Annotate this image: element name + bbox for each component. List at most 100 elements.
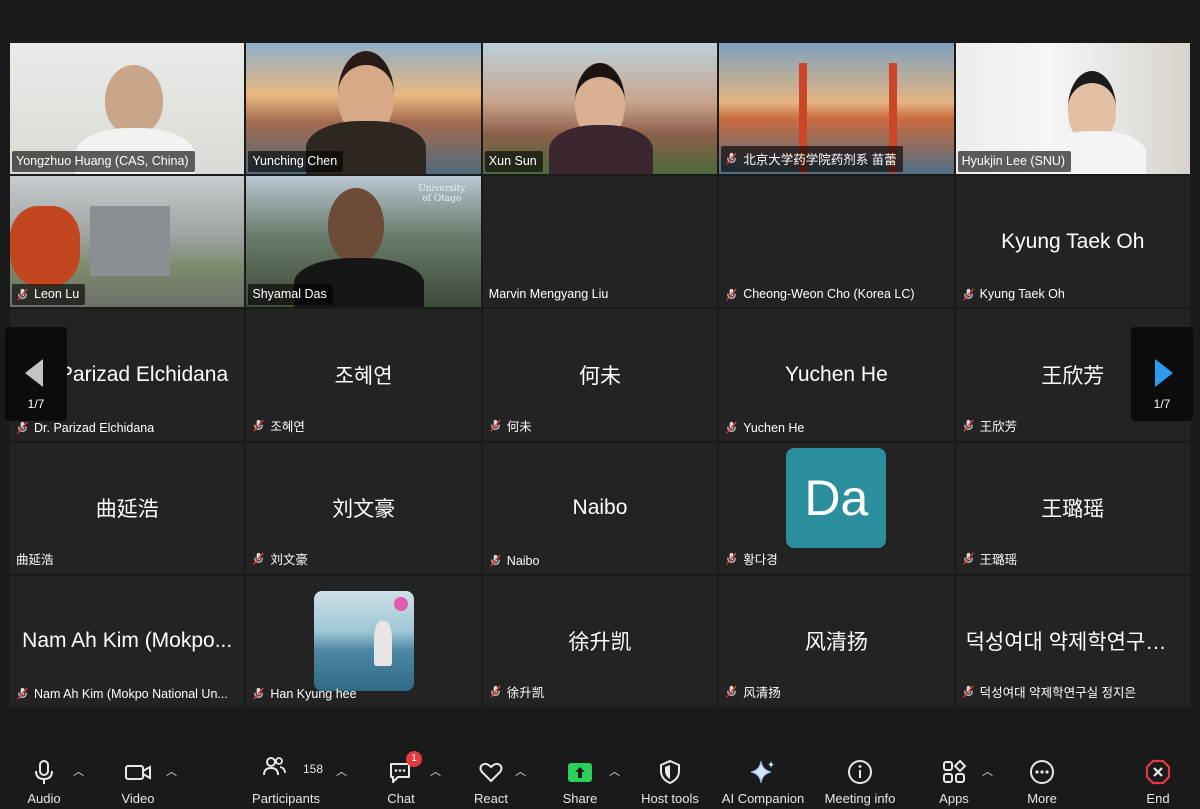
meeting-info-button[interactable]: Meeting info — [819, 759, 901, 806]
video-tile[interactable]: Nam Ah Kim (Mokpo... Nam Ah Kim (Mokpo N… — [10, 575, 245, 707]
video-camera-icon — [125, 765, 151, 780]
participant-name-tag: Han Kyung hee — [248, 684, 362, 705]
participant-name-tag: 덕성여대 약제학연구실 정지은 — [958, 679, 1142, 705]
mic-muted-icon — [726, 685, 737, 698]
participant-big-name: Naibo — [572, 496, 628, 520]
mic-muted-icon — [490, 685, 501, 698]
profile-photo-avatar — [313, 591, 414, 692]
participant-name-tag: 王欣芳 — [958, 413, 1024, 439]
video-button[interactable]: Video — [118, 759, 158, 806]
next-page-button[interactable]: 1/7 — [1131, 327, 1193, 421]
host-tools-button[interactable]: Host tools — [636, 759, 704, 806]
video-tile[interactable]: 刘文豪 刘文豪 — [246, 442, 481, 574]
participant-name-tag: 曲延浩 — [16, 552, 54, 567]
participant-big-name: 王璐瑶 — [1041, 498, 1105, 522]
video-tile[interactable]: Yongzhuo Huang (CAS, China) — [10, 43, 245, 175]
participant-name-tag: Yunching Chen — [248, 151, 344, 173]
video-tile[interactable]: Naibo Naibo — [482, 442, 718, 574]
mic-muted-icon — [253, 419, 265, 432]
share-screen-icon — [568, 763, 592, 782]
audio-button[interactable]: Audio — [24, 759, 64, 806]
video-tile[interactable]: Han Kyung hee — [246, 575, 481, 707]
mic-muted-icon — [726, 152, 737, 165]
participant-big-name: 덕성여대 약제학연구실... — [965, 631, 1183, 655]
participant-name-tag: Naibo — [485, 551, 546, 572]
chevron-left-icon — [25, 359, 43, 387]
video-tile[interactable]: Da 황다경 — [719, 442, 954, 574]
chat-options-caret[interactable]: ︿ — [430, 763, 441, 779]
video-tile[interactable]: 王璐瑶 王璐瑶 — [955, 442, 1190, 574]
participant-big-name: 曲延浩 — [95, 498, 159, 522]
participant-name-tag: 徐升凯 — [485, 679, 551, 705]
participant-name-tag: 황다경 — [721, 546, 784, 572]
video-tile[interactable]: Cheong-Weon Cho (Korea LC) — [719, 176, 954, 308]
participant-name-tag: Xun Sun — [484, 151, 543, 173]
video-tile[interactable]: Marvin Mengyang Liu — [482, 176, 718, 308]
participant-name-tag: Hyukjin Lee (SNU) — [957, 151, 1072, 173]
mic-muted-icon — [962, 419, 974, 432]
more-button[interactable]: More — [1022, 759, 1062, 806]
share-button[interactable]: Share — [560, 759, 600, 806]
participant-big-name: Yuchen He — [785, 362, 888, 386]
heart-icon — [479, 762, 503, 782]
mic-muted-icon — [962, 685, 974, 698]
video-tile[interactable]: Yunching Chen — [246, 43, 481, 175]
end-button[interactable]: End — [1138, 759, 1178, 806]
participant-name-tag: Marvin Mengyang Liu — [488, 287, 609, 302]
video-tile[interactable]: 조혜연 조혜연 — [246, 309, 481, 441]
apps-button[interactable]: Apps — [934, 759, 974, 806]
participant-name-tag: Cheong-Weon Cho (Korea LC) — [721, 284, 920, 305]
chat-unread-badge: 1 — [406, 751, 422, 767]
participant-big-name: 风清扬 — [804, 631, 868, 655]
initials-avatar: Da — [786, 448, 887, 549]
video-tile[interactable]: 北京大学药学院药剂系 苗蕾 — [719, 43, 954, 175]
participants-count: 158 — [302, 762, 323, 776]
mic-muted-icon — [490, 554, 501, 567]
participant-big-name: 何未 — [578, 364, 621, 388]
video-tile-active-speaker[interactable]: University of Otago Shyamal Das — [246, 176, 481, 308]
video-tile[interactable]: 曲延浩 曲延浩 — [10, 442, 245, 574]
ai-companion-button[interactable]: AI Companion — [718, 759, 808, 806]
end-meeting-icon — [1145, 759, 1171, 785]
meeting-toolbar: Audio ︿ Video ︿ 158 Participants ︿ 1 Cha… — [0, 737, 1200, 809]
participant-name-tag: Yongzhuo Huang (CAS, China) — [12, 151, 195, 173]
video-tile[interactable]: Hyukjin Lee (SNU) — [955, 43, 1190, 175]
mic-muted-icon — [253, 687, 265, 701]
participant-name-tag: Kyung Taek Oh — [958, 284, 1071, 305]
sparkle-icon — [750, 760, 774, 784]
video-tile[interactable]: Yuchen He Yuchen He — [719, 309, 954, 441]
mic-muted-icon — [17, 687, 28, 701]
react-options-caret[interactable]: ︿ — [515, 763, 526, 779]
mic-muted-icon — [962, 552, 974, 565]
participant-name-tag: Leon Lu — [12, 284, 86, 306]
participants-button[interactable]: 158 Participants — [249, 753, 323, 806]
prev-page-button[interactable]: 1/7 — [5, 327, 67, 421]
page-indicator: 1/7 — [1153, 397, 1171, 411]
video-tile[interactable]: Kyung Taek Oh Kyung Taek Oh — [955, 176, 1190, 308]
participant-name-tag: Shyamal Das — [248, 284, 333, 306]
participant-name-tag: 何未 — [485, 413, 538, 439]
participant-big-name: 刘文豪 — [332, 498, 396, 522]
video-tile[interactable]: Xun Sun — [482, 43, 718, 175]
mic-muted-icon — [253, 552, 265, 565]
participant-big-name: Kyung Taek Oh — [1001, 229, 1145, 253]
participant-name-tag: 刘文豪 — [248, 546, 314, 572]
chat-button[interactable]: 1 Chat — [381, 751, 422, 806]
video-tile[interactable]: 风清扬 风清扬 — [719, 575, 954, 707]
video-tile[interactable]: 何未 何未 — [482, 309, 718, 441]
video-options-caret[interactable]: ︿ — [166, 763, 177, 779]
video-tile[interactable]: Leon Lu — [10, 176, 245, 308]
participant-name-tag: 조혜연 — [248, 413, 311, 439]
share-options-caret[interactable]: ︿ — [609, 763, 620, 779]
participants-options-caret[interactable]: ︿ — [336, 763, 347, 779]
participant-name-tag: 北京大学药学院药剂系 苗蕾 — [721, 146, 903, 173]
mic-muted-icon — [726, 552, 737, 565]
audio-options-caret[interactable]: ︿ — [73, 763, 84, 779]
mic-muted-icon — [490, 419, 501, 432]
watermark-logo: University of Otago — [418, 184, 466, 205]
video-tile[interactable]: 덕성여대 약제학연구실... 덕성여대 약제학연구실 정지은 — [955, 575, 1190, 707]
more-icon — [1030, 760, 1054, 784]
apps-options-caret[interactable]: ︿ — [982, 763, 993, 779]
video-tile[interactable]: 徐升凯 徐升凯 — [482, 575, 718, 707]
react-button[interactable]: React — [470, 759, 512, 806]
